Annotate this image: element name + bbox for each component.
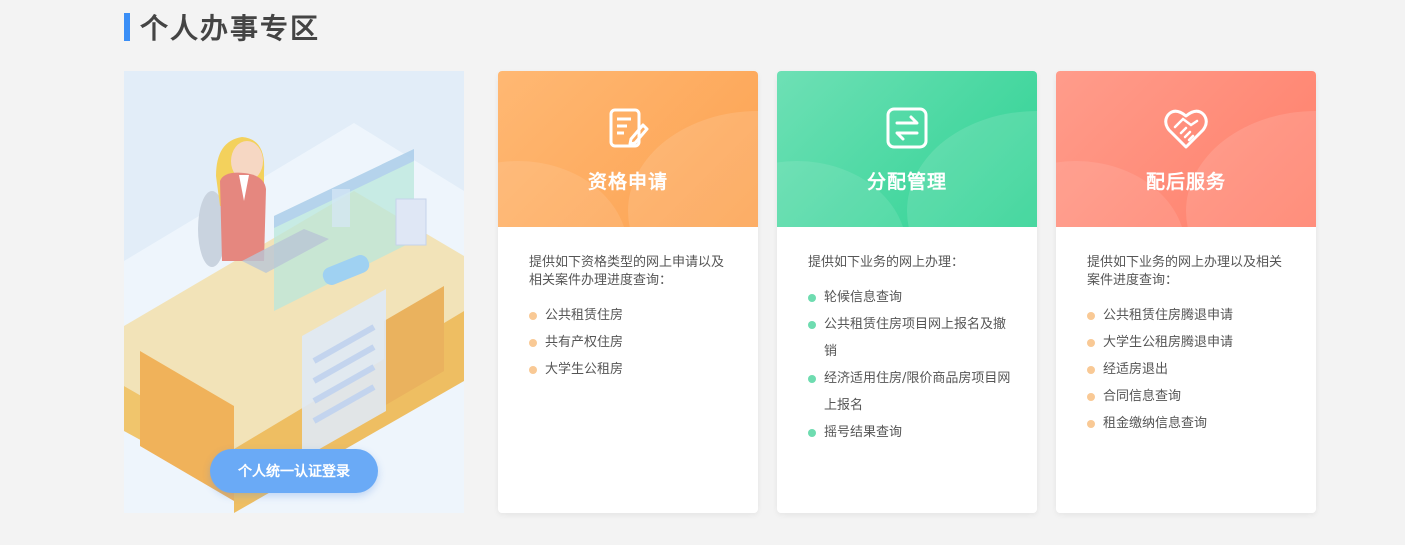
card-title: 资格申请 [587,171,668,193]
list-item[interactable]: 合同信息查询 [1087,383,1290,410]
section-header: 个人办事专区 [124,9,320,45]
card-description: 提供如下业务的网上办理： [808,255,965,270]
card-description: 提供如下业务的网上办理以及相关案件进度查询： [1087,255,1283,288]
section-title: 个人办事专区 [140,12,321,45]
card-allocation-management[interactable]: 分配管理 提供如下业务的网上办理： 轮候信息查询 公共租赁住房项目网上报名及撤销… [777,71,1037,513]
exchange-icon [886,107,928,149]
list-item[interactable]: 摇号结果查询 [808,419,1011,446]
list-item[interactable]: 大学生公租房腾退申请 [1087,329,1290,356]
login-button[interactable]: 个人统一认证登录 [210,449,378,493]
list-item[interactable]: 经适房退出 [1087,356,1290,383]
card-title: 配后服务 [1145,171,1226,193]
list-item[interactable]: 经济适用住房/限价商品房项目网上报名 [808,365,1011,419]
list-item[interactable]: 大学生公租房 [529,356,732,383]
card-header: 资格申请 [498,71,758,227]
list-item[interactable]: 公共租赁住房 [529,302,732,329]
card-description: 提供如下资格类型的网上申请以及相关案件办理进度查询： [529,255,725,288]
handshake-heart-icon [1164,109,1208,149]
list-item[interactable]: 轮候信息查询 [808,284,1011,311]
edit-document-icon [609,108,649,148]
card-header: 分配管理 [777,71,1037,227]
office-desk-illustration [124,71,464,513]
card-title: 分配管理 [866,171,947,193]
card-header: 配后服务 [1056,71,1316,227]
card-post-allocation-service[interactable]: 配后服务 提供如下业务的网上办理以及相关案件进度查询： 公共租赁住房腾退申请 大… [1056,71,1316,513]
list-item[interactable]: 共有产权住房 [529,329,732,356]
title-accent-bar [124,13,130,41]
office-illustration-panel: 个人统一认证登录 [124,71,464,513]
card-qualification-application[interactable]: 资格申请 提供如下资格类型的网上申请以及相关案件办理进度查询： 公共租赁住房 共… [498,71,758,513]
list-item[interactable]: 租金缴纳信息查询 [1087,410,1290,437]
list-item[interactable]: 公共租赁住房项目网上报名及撤销 [808,311,1011,365]
list-item[interactable]: 公共租赁住房腾退申请 [1087,302,1290,329]
